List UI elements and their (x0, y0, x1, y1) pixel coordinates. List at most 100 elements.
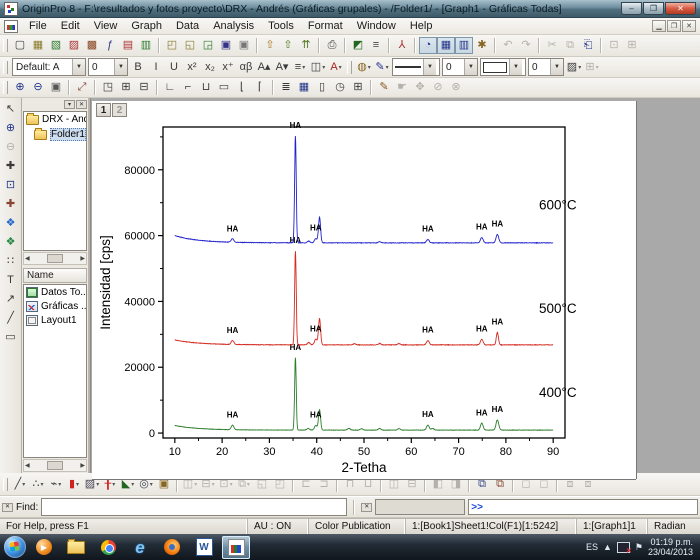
fill-color-button[interactable]: ◍▾ (355, 59, 373, 76)
chevron-down-icon[interactable]: ▼ (423, 59, 436, 75)
chevron-down-icon[interactable]: ▾ (194, 481, 197, 488)
move-plot-button[interactable]: ✥ (411, 79, 429, 96)
legend-button[interactable]: ≣ (277, 79, 295, 96)
chevron-down-icon[interactable]: ▾ (302, 64, 305, 71)
draw-data-tool-button[interactable]: ∷ (2, 253, 19, 270)
date-time-button[interactable]: ◷ (331, 79, 349, 96)
xy-scale-button[interactable]: ▯ (313, 79, 331, 96)
font-size-combo[interactable]: 0 ▼ (88, 58, 128, 76)
view-script-window-button[interactable]: ▥ (455, 37, 473, 54)
scroll-left-icon[interactable]: ◀ (25, 255, 30, 262)
chevron-down-icon[interactable]: ▾ (230, 481, 233, 488)
line-plot-button[interactable]: ╱▾ (11, 476, 29, 493)
minimize-button[interactable]: – (621, 2, 642, 15)
taskbar-ie-icon[interactable]: e (126, 536, 154, 559)
chevron-down-icon[interactable]: ▾ (212, 481, 215, 488)
import-wizard-button[interactable]: ⇧ (261, 37, 279, 54)
list-horizontal-scrollbar[interactable]: ◀ ▶ (23, 459, 87, 472)
taskbar-clock[interactable]: 01:19 p.m. 23/04/2013 (648, 537, 696, 558)
superscript-button[interactable]: x² (183, 59, 201, 76)
duplicate-window-button[interactable]: ≡ (367, 37, 385, 54)
restore-button[interactable]: ❐ (643, 2, 664, 15)
chevron-down-icon[interactable]: ▼ (464, 59, 477, 75)
toolbar-grip[interactable] (3, 61, 8, 74)
chevron-down-icon[interactable]: ▾ (596, 64, 599, 71)
whole-page-button[interactable]: ▣ (47, 79, 65, 96)
chevron-down-icon[interactable]: ▾ (386, 64, 389, 71)
command-input-area[interactable]: >> (468, 499, 698, 515)
data-reader-tool-button[interactable]: ✚ (2, 196, 19, 213)
tree-horizontal-scrollbar[interactable]: ◀ ▶ (23, 252, 87, 265)
menu-edit[interactable]: Edit (54, 19, 87, 33)
toolbar-grip[interactable] (3, 39, 8, 52)
command-panel-close-icon[interactable]: ✕ (361, 503, 372, 512)
chevron-down-icon[interactable]: ▾ (150, 481, 153, 488)
start-button[interactable] (4, 536, 26, 558)
chevron-down-icon[interactable]: ▼ (114, 59, 127, 75)
save-template-button[interactable]: ▣ (235, 37, 253, 54)
new-graph-button[interactable]: ▨ (65, 37, 83, 54)
chevron-down-icon[interactable]: ▾ (112, 481, 115, 488)
menu-format[interactable]: Format (301, 19, 350, 33)
text-tool-button[interactable]: T (2, 272, 19, 289)
new-notes-button[interactable]: ▥ (137, 37, 155, 54)
scroll-left-icon[interactable]: ◀ (25, 462, 30, 469)
decrease-font-button[interactable]: A▾ (273, 59, 291, 76)
unmask-range-tool-button[interactable]: ❖ (2, 234, 19, 251)
layer-2-button[interactable]: 2 (112, 103, 127, 117)
chevron-down-icon[interactable]: ▾ (58, 481, 61, 488)
dock-panel-button[interactable]: ⊞ (623, 37, 641, 54)
extract-layers-button[interactable]: ⊟ (135, 79, 153, 96)
paste-button[interactable]: ⎗ (579, 37, 597, 54)
menu-window[interactable]: Window (350, 19, 403, 33)
mdi-minimize-button[interactable]: ▁ (652, 20, 666, 32)
scroll-right-icon[interactable]: ▶ (80, 255, 85, 262)
folder-tree-item[interactable]: Folder1 (24, 126, 86, 142)
mdi-close-button[interactable]: ✕ (682, 20, 696, 32)
grid-borders-button[interactable]: ⊞▾ (583, 59, 601, 76)
menu-help[interactable]: Help (403, 19, 440, 33)
graph-window-icon[interactable] (4, 20, 18, 33)
toolbar-grip[interactable] (3, 81, 8, 94)
pattern-button[interactable]: ▨▾ (565, 59, 583, 76)
refresh-button[interactable]: ◩ (349, 37, 367, 54)
window-list-item[interactable]: Gráficas ... (24, 299, 86, 313)
align-text-button[interactable]: ≡▾ (291, 59, 309, 76)
new-workbook-button[interactable]: ▦ (29, 37, 47, 54)
menu-analysis[interactable]: Analysis (206, 19, 261, 33)
new-function-button[interactable]: ƒ (101, 37, 119, 54)
copy-button[interactable]: ⧉ (561, 37, 579, 54)
menu-tools[interactable]: Tools (261, 19, 301, 33)
border-style-combo[interactable]: ▼ (480, 58, 526, 76)
find-input[interactable] (41, 498, 347, 516)
zoom-out-page-button[interactable]: ⊖ (29, 79, 47, 96)
font-preset-combo[interactable]: Default: A ▼ (12, 58, 86, 76)
taskbar-word-icon[interactable]: W (190, 536, 218, 559)
toolbar-grip[interactable] (3, 478, 8, 491)
chevron-down-icon[interactable]: ▾ (322, 64, 325, 71)
redo-button[interactable]: ↷ (517, 37, 535, 54)
line-symbol-plot-button[interactable]: ⌁▾ (47, 476, 65, 493)
region-zoom-tool-button[interactable]: ⊡ (2, 177, 19, 194)
taskbar-chrome-icon[interactable] (94, 536, 122, 559)
window-list-item[interactable]: Datos To... (24, 285, 86, 299)
axis-box-button[interactable]: ▭ (215, 79, 233, 96)
layer-1-button[interactable]: 1 (96, 103, 111, 117)
print-button[interactable]: ⎙ (323, 37, 341, 54)
taskbar-origin-icon[interactable] (222, 536, 250, 559)
view-results-log-button[interactable]: ▦ (437, 37, 455, 54)
rescale-axes-button[interactable]: ⤢ (73, 79, 91, 96)
line-width-combo[interactable]: 0 ▼ (442, 58, 478, 76)
import-ascii-button[interactable]: ⇧ (279, 37, 297, 54)
find-bar-close-icon[interactable]: ✕ (2, 503, 13, 512)
open-excel-button[interactable]: ◲ (199, 37, 217, 54)
chevron-down-icon[interactable]: ▼ (72, 59, 85, 75)
color-scale-button[interactable]: ▦ (295, 79, 313, 96)
pointer-tool-button[interactable]: ↖ (2, 101, 19, 118)
zoom-out-tool-button[interactable]: ⊖ (2, 139, 19, 156)
menu-graph[interactable]: Graph (124, 19, 169, 33)
scrollbar-thumb[interactable] (47, 461, 63, 470)
project-explorer-toggle-button[interactable]: ⅄ (393, 37, 411, 54)
view-project-explorer-button[interactable]: ◔ (419, 37, 437, 54)
network-status-icon[interactable] (617, 542, 630, 553)
